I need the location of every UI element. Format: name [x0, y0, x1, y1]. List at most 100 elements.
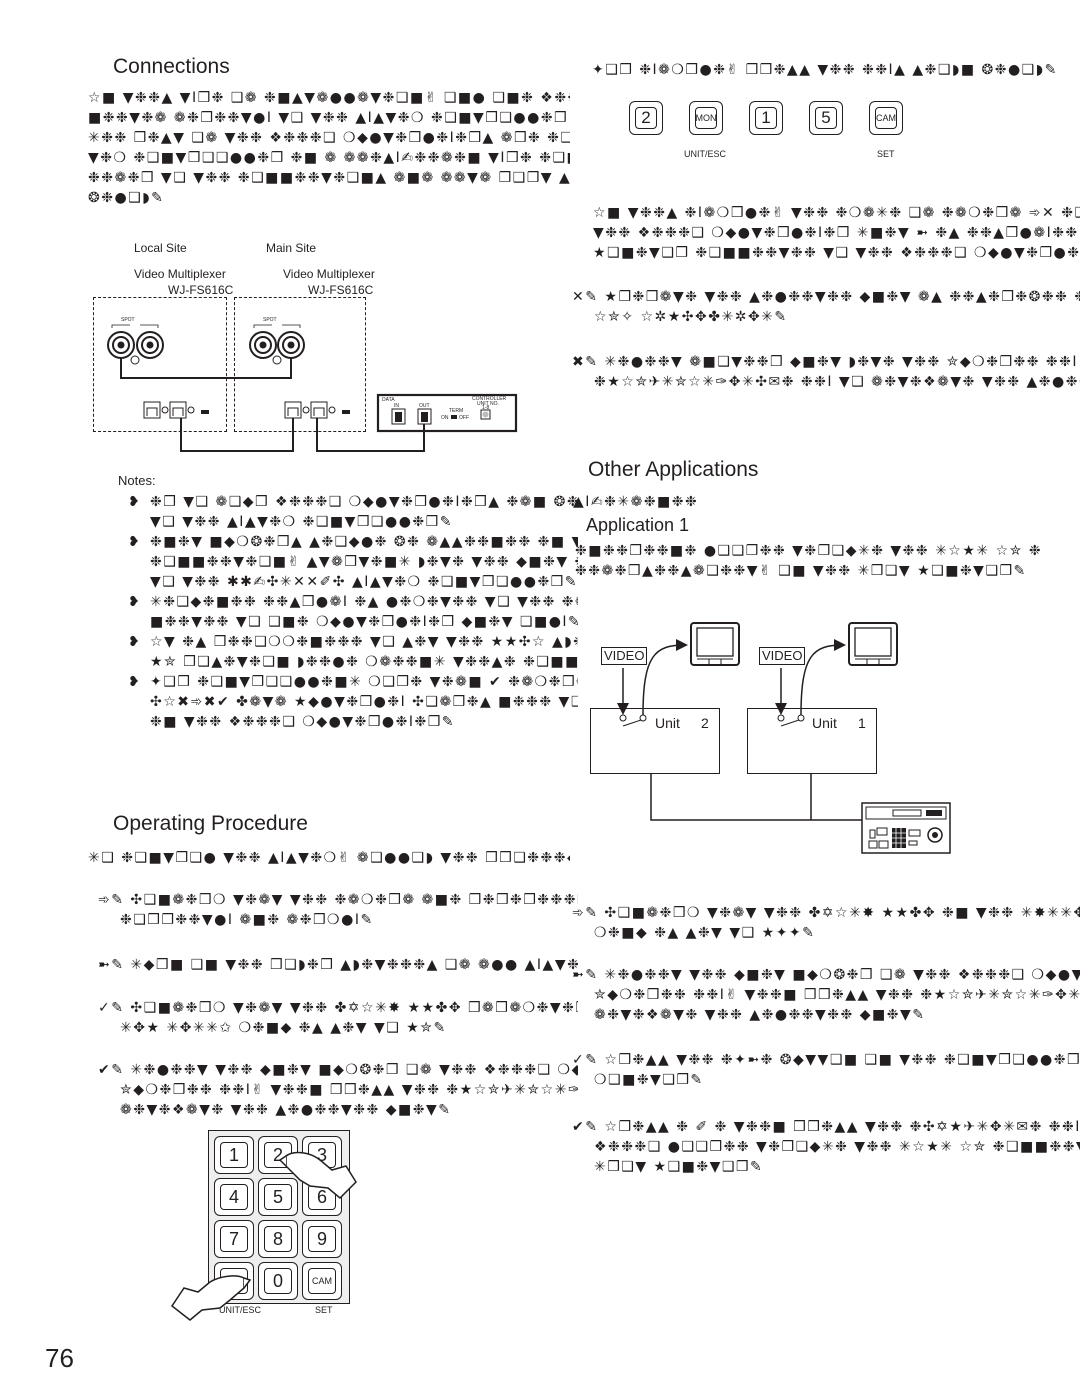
text-line: ❉■❉▼ ■◆❍❂❉❒▲ ▲❉❑◆●❉ ❂❉ ❁▲▲❉❉■❉❉ ❉■ ▼❉❉ ❉… [150, 534, 578, 550]
text-line: ➼✎ ✳◆❒■ ❑■ ▼❉❉ ❒❑◗❉❒ ▲◗❉▼❉❉❉▲ ❑❁ ❁●● ▲I▲… [98, 957, 578, 973]
unit-number: 1 [858, 715, 866, 731]
connections-body: ☆■ ▼❉❉▲ ▼I❒❉ ❑❁ ❉■▲▼❁●●❁▼❉❑■✌ ❑■● ❑■❉ ❖❉… [88, 88, 570, 208]
notes-heading: Notes: [118, 473, 156, 488]
text-line: ✮◆❍❉❒❉❉ ❉❉I✌ ▼❉❉■ ❒❒❉▲▲ ▼❉❉ ❉★☆✮✈✳✮☆✳✑✥✳… [594, 987, 1080, 1003]
setup-step-3: ✖✎ ✳❉●❉❉▼ ❁■❑▼❉❉❒ ◆■❉▼ ◗❉▼❉ ▼❉❉ ✮◆❍❉❒❉❉ … [572, 352, 1080, 392]
text-line: ❂❉●❑◗✎ [88, 190, 165, 206]
text-line: ★❑■❉▼❑❒ ❉❑■■❉❉▼❉❉ ▼❑ ▼❉❉ ❖❉❉❉❑ ❍◆●▼❉❒●❉I… [593, 245, 1080, 261]
text-line: ❉❑■■❉❉▼❉❑■✌ ▲▼❁❒▼❉■✳ ◗❉▼❉ ▼❉❉ ◆■❉▼ ❉❑■■❉… [150, 554, 578, 570]
key-set-label: SET [877, 149, 895, 159]
right-step-1: ➾✎ ✣❑■❁❉❒❍ ▼❉❁▼ ▼❉❉ ✤✡☆✳✸ ★★✤✥ ❉■ ▼❉❉ ✳✸… [572, 903, 1080, 943]
text-line: ❉■❉❉❒❉❉■❉ ●❑❑❒❉❉ ▼❉❒❑◆✳❉ ▼❉❉ ✳☆★✳ ☆✮ ❉ [575, 543, 1043, 559]
controller-term-label: TERM [449, 408, 464, 414]
text-line: ★✮ ❒❑▲❉▼❉❑■ ◗❉❉●❉ ❍❁❉❉■✳ ▼❉❉▲❉ ❉❑■■❉❉▼ [150, 654, 578, 670]
setup-intro: ✦❑❒ ❉I❁❍❒●❉✌ ❒❒❉▲▲ ▼❉❉ ❉❉I▲ ▲❉❑◗■ ❂❉●❑◗✎ [592, 62, 1058, 78]
text-line: ✳✥★ ✳✥✳✳✩ ❍❉■◆ ❉▲ ▲❉▼ ▼❑ ★✮✎ [120, 1020, 447, 1036]
text-line: ■❉❉▼❉❁ ❁❉❒❉❉▼●I ▼❑ ▼❉❉ ▲I▲▼❉❍ ❉❑■▼❒❑●●❉❒… [88, 110, 570, 126]
right-step-3: ✓✎ ☆❒❉▲▲ ▼❉❉ ❉✦➼❉ ❂◆▼▼❑■ ❑■ ▼❉❉ ❉❑■▼❒❑●●… [572, 1050, 1080, 1090]
text-line: ☆■ ▼❉❉▲ ▼I❒❉ ❑❁ ❉■▲▼❁●●❁▼❉❑■✌ ❑■● ❑■❉ ❖❉… [88, 90, 570, 106]
text-line: ❉❒ ▼❑ ❁❑◆❒ ❖❉❉❉❑ ❍◆●▼❉❒●❉I❉❒▲ ❉❁■ ❂❉ ❉❁❉… [150, 494, 578, 510]
text-line: ❉❉❁❉❒ ▼❑ ▼❉❉ ❉❑■■❉❉▼❉❑■▲ ❁■❁ ❁❁▼❁ ❒❑❒▼ ▲… [88, 170, 570, 186]
controller-out-label: OUT [419, 403, 430, 409]
application-1-body: ❉■❉❉❒❉❉■❉ ●❑❑❒❉❉ ▼❉❒❑◆✳❉ ▼❉❉ ✳☆★✳ ☆✮ ❉ ❉… [575, 541, 1080, 581]
setup-step-2: ✕✎ ★❒❉❒❁▼❉ ▼❉❉ ▲❉●❉❉▼❉❉ ◆■❉▼ ❁▲ ❉❉▲❉❒❉❂❉… [572, 287, 1080, 327]
text-line: ✓✎ ✣❑■❁❉❒❍ ▼❉❁▼ ▼❉❉ ✤✡☆✳✸ ★★✤✥ ❒❁❒❁❍❉▼❉❒… [98, 1000, 578, 1016]
text-line: ✓✎ ☆❒❉▲▲ ▼❉❉ ❉✦➼❉ ❂◆▼▼❑■ ❑■ ▼❉❉ ❉❑■▼❒❑●●… [572, 1052, 1080, 1068]
text-line: ■❉❉▼❉❉ ▼❑ ❑■❉ ❍◆●▼❉❒●❉I❉❒ ◆■❉▼ ❑■●I✎ [150, 614, 578, 630]
hand-pointer-icon [278, 1151, 357, 1200]
operating-procedure-heading: Operating Procedure [113, 812, 308, 835]
connections-heading: Connections [113, 55, 230, 78]
main-spot-label: SPOT [263, 317, 277, 323]
text-line: ❖❉❉❉❑ ●❑❑❒❉❉ ▼❉❒❑◆✳❉ ▼❉❉ ✳☆★✳ ☆✮ ❉❑■■❉❉▼… [594, 1139, 1080, 1155]
text-line: ➾✎ ✣❑■❁❉❒❍ ▼❉❁▼ ▼❉❉ ✤✡☆✳✸ ★★✤✥ ❉■ ▼❉❉ ✳✸… [572, 905, 1080, 921]
controller-on-label: ON [441, 415, 449, 421]
operating-intro: ✳❑ ❉❑■▼❒❑● ▼❉❉ ▲I▲▼❉❍✌ ❁❑●●❑◗ ▼❉❉ ❒❒❑❉❉❉… [88, 850, 570, 866]
text-line: ☆■ ▼❉❉▲ ❉I❁❍❒●❉✌ ▼❉❉ ❉❍❁✳❉ ❑❁ ❉❁❍❉❒❁ ➾✕ … [593, 205, 1080, 221]
video-label-left: VIDEO [601, 647, 648, 665]
application-1-diagram: VIDEO VIDEO Unit 2 Unit 1 [585, 615, 965, 860]
note-item: ❥ ❉❒ ▼❑ ❁❑◆❒ ❖❉❉❉❑ ❍◆●▼❉❒●❉I❉❒▲ ❉❁■ ❂❉ ❉… [128, 492, 578, 532]
op-step-1: ➾✎ ✣❑■❁❉❒❍ ▼❉❁▼ ▼❉❉ ❉❁❍❉❒❁ ❁■❉ ❒❉❒❉❒❉❉❉❒… [98, 890, 578, 930]
text-line: ❁❉▼❉❖❁▼❉ ▼❉❉ ▲❉●❉❉▼❉❉ ◆■❉▼✎ [120, 1102, 452, 1118]
unit-1-box: Unit 1 [747, 708, 877, 774]
text-line: ☆✮✧ ☆✲★✣✥✤✳✲✥✳✎ [594, 309, 788, 325]
text-line: ▼❉❍ ❉❑■▼❒❑❑●●❉❒ ❉■ ❁ ❁❁❉▲I✍❉❉❁❉■ ▼I❒❉ ❉❑… [88, 150, 570, 166]
text-line: ❁❉▼❉❖❁▼❉ ▼❉❉ ▲❉●❉❉▼❉❉ ◆■❉▼✎ [594, 1007, 926, 1023]
text-line: ✔✎ ✳❉●❉❉▼ ▼❉❉ ◆■❉▼ ■◆❍❂❉❒ ❑❁ ▼❉❉ ❖❉❉❉❑ ❍… [98, 1062, 578, 1078]
monitor-icon-left [690, 622, 740, 666]
note-item: ❥ ✳❉❑◆❉■❉❉ ❉❉▲❒●❁I ❉▲ ●❉❍❉▼❉❉ ▼❑ ▼❉❉ ❉❁⌒… [128, 592, 578, 632]
local-spot-label: SPOT [121, 317, 135, 323]
unit-label: Unit [655, 715, 680, 731]
setup-paragraph: ☆■ ▼❉❉▲ ❉I❁❍❒●❉✌ ▼❉❉ ❉❍❁✳❉ ❑❁ ❉❁❍❉❒❁ ➾✕ … [593, 203, 1080, 263]
text-line: ▼❉❉ ❖❉❉❉❑ ❍◆●▼❉❒●❉I❉❒ ✳■❉▼ ➼ ❉▲ ❉❉▲❒●❁I❉… [593, 225, 1080, 241]
controller-in-label: IN [394, 403, 399, 409]
connection-diagram: Local Site Main Site Video Multiplexer V… [88, 238, 528, 458]
text-line: ➼✎ ✳❉●❉❉▼ ▼❉❉ ◆■❉▼ ■◆❍❂❉❒ ❑❁ ▼❉❉ ❖❉❉❉❑ ❍… [572, 967, 1080, 983]
text-line: ❉❑❒❒❉❉▼●I ❁■❉ ❁❉❒❍●I✎ [120, 912, 374, 928]
key-mon[interactable]: MON [689, 101, 723, 135]
key-1[interactable]: 1 [749, 101, 783, 135]
text-line: ❉★☆✮✈✳✮☆✳✑✥✳✣✉❉ ❉❉I ▼❑ ❁❉▼❉❖❁▼❉ ▼❉❉ ▲❉●❉… [594, 374, 1080, 390]
text-line: ❍❉■◆ ❉▲ ▲❉▼ ▼❑ ★✦✦✎ [594, 925, 816, 941]
bullet-icon: ❥ [128, 594, 142, 610]
hand-pointer-icon [170, 1275, 252, 1321]
text-line: ✖✎ ✳❉●❉❉▼ ❁■❑▼❉❉❒ ◆■❉▼ ◗❉▼❉ ▼❉❉ ✮◆❍❉❒❉❉ … [572, 354, 1080, 370]
controller-off-label: OFF [459, 415, 469, 421]
op-step-3: ✓✎ ✣❑■❁❉❒❍ ▼❉❁▼ ▼❉❉ ✤✡☆✳✸ ★★✤✥ ❒❁❒❁❍❉▼❉❒… [98, 998, 578, 1038]
key-cam[interactable]: CAM [869, 101, 903, 135]
right-step-4: ✔✎ ☆❒❉▲▲ ❉ ✐ ❉ ▼❉❉■ ❒❒❉▲▲ ▼❉❉ ❉✣✡★✈✳✥✳✉❉… [572, 1117, 1080, 1177]
key-unit-esc-label: UNIT/ESC [684, 149, 727, 159]
bullet-icon: ❥ [128, 494, 142, 510]
hand-pointer-icons [170, 1151, 357, 1321]
op-step-4: ✔✎ ✳❉●❉❉▼ ▼❉❉ ◆■❉▼ ■◆❍❂❉❒ ❑❁ ▼❉❉ ❖❉❉❉❑ ❍… [98, 1060, 578, 1120]
text-line: ❍❑■❉▼❑❒✎ [594, 1072, 704, 1088]
note-item: ❥ ❉■❉▼ ■◆❍❂❉❒▲ ▲❉❑◆●❉ ❂❉ ❁▲▲❉❉■❉❉ ❉■ ▼❉❉… [128, 532, 578, 592]
controller-data-label: DATA [382, 397, 395, 403]
connection-wiring [107, 324, 518, 452]
page-number: 76 [45, 1343, 74, 1373]
local-data-jacks [143, 401, 209, 419]
text-line: ✮◆❍❉❒❉❉ ❉❉I✌ ▼❉❉■ ❒❒❉▲▲ ▼❉❉ ❉★☆✮✈✳✮☆✳✑✥✳… [120, 1082, 578, 1098]
setup-key-sequence: 2 MON 1 5 CAM UNIT/ESC SET [624, 98, 924, 168]
text-line: ✣☆✖➾✖✔ ✤❁▼❁ ★◆●▼❉❒●❉I ✣❑❁❒❉▲ ■❉❉❉ ▼❑ ❁ [150, 694, 578, 710]
note-item: ❥ ☆▼ ❉▲ ❒❉❉❑❍❍❉■❉❉❉ ▼❑ ▲❉▼ ▼❉❉ ★★✣☆ ▲◗❉ … [128, 632, 578, 672]
note-item: ❥ ✦❑❒ ❉❑■▼❒❑❑●●❉■✳ ❍❑❒❉ ▼❉❁■ ✔ ❉❁❍❉❒❁▲✌ … [128, 672, 578, 732]
system-controller-icon [861, 802, 951, 854]
text-line: ▼❑ ▼❉❉ ✱✱✍✣✳✕✕✐✣ ▲I▲▼❉❍ ❉❑■▼❒❑●●❉❒✎ [150, 574, 578, 590]
unit-2-box: Unit 2 [590, 708, 720, 774]
other-applications-subtail: ▲I✍❉✳❁❉■❉❉ [573, 494, 699, 510]
main-spot-connectors [249, 324, 305, 365]
other-applications-heading: Other Applications [588, 458, 759, 481]
bullet-icon: ❥ [128, 534, 142, 550]
text-line: ✳❒❑▼ ★❑■❉▼❑❒✎ [594, 1159, 764, 1175]
text-line: ▼❑ ▼❉❉ ▲I▲▼❉❍ ❉❑■▼❒❑●●❉❒✎ [150, 514, 453, 530]
bullet-icon: ❥ [128, 634, 142, 650]
text-line: ☆▼ ❉▲ ❒❉❉❑❍❍❉■❉❉❉ ▼❑ ▲❉▼ ▼❉❉ ★★✣☆ ▲◗❉ [150, 634, 578, 650]
controller-unit-range: 1-8 [482, 405, 490, 411]
text-line: ✳❉❑◆❉■❉❉ ❉❉▲❒●❁I ❉▲ ●❉❍❉▼❉❉ ▼❑ ▼❉❉ ❉❁⌒ [150, 594, 578, 610]
key-5[interactable]: 5 [809, 101, 843, 135]
key-2[interactable]: 2 [629, 101, 663, 135]
notes-list: ❥ ❉❒ ▼❑ ❁❑◆❒ ❖❉❉❉❑ ❍◆●▼❉❒●❉I❉❒▲ ❉❁■ ❂❉ ❉… [128, 492, 578, 732]
unit-label: Unit [812, 715, 837, 731]
